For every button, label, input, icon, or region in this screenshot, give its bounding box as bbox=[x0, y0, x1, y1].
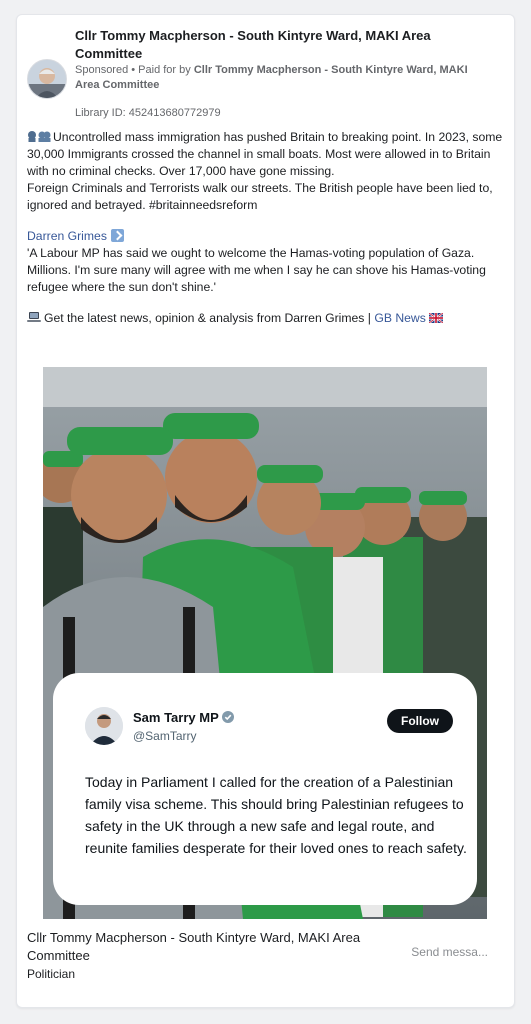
sponsored-line: Sponsored • Paid for by Cllr Tommy Macph… bbox=[75, 63, 475, 93]
sponsored-ad-card: Cllr Tommy Macpherson - South Kintyre Wa… bbox=[16, 14, 515, 1008]
body-line-1: Uncontrolled mass immigration has pushed… bbox=[27, 130, 503, 178]
cta-line: Get the latest news, opinion & analysis … bbox=[27, 310, 505, 327]
tweet-avatar bbox=[85, 707, 123, 745]
body-paragraph: Uncontrolled mass immigration has pushed… bbox=[27, 129, 505, 180]
arrow-up-right-icon bbox=[110, 229, 124, 242]
footer-category: Politician bbox=[27, 967, 76, 981]
uk-flag-icon bbox=[428, 313, 443, 323]
send-message-button[interactable]: Send messa... bbox=[411, 945, 488, 959]
speaking-head-icon bbox=[28, 131, 51, 142]
cta-text: Get the latest news, opinion & analysis … bbox=[44, 311, 375, 325]
quote-text: 'A Labour MP has said we ought to welcom… bbox=[27, 246, 486, 294]
footer-page-name[interactable]: Cllr Tommy Macpherson - South Kintyre Wa… bbox=[27, 929, 387, 965]
tweet-author: Sam Tarry MP bbox=[133, 710, 234, 725]
author-link[interactable]: Darren Grimes bbox=[27, 229, 107, 243]
verified-badge-icon bbox=[221, 711, 234, 723]
ad-body: Uncontrolled mass immigration has pushed… bbox=[27, 129, 505, 327]
body-line-2: Foreign Criminals and Terrorists walk ou… bbox=[27, 181, 493, 212]
tweet-card: Sam Tarry MP @SamTarry Follow Today in P… bbox=[53, 673, 477, 905]
ad-header: Cllr Tommy Macpherson - South Kintyre Wa… bbox=[27, 25, 497, 125]
sponsored-label: Sponsored bbox=[75, 64, 129, 76]
follow-button[interactable]: Follow bbox=[387, 709, 453, 733]
library-id: Library ID: 452413680772979 bbox=[75, 107, 221, 119]
page-name-link[interactable]: Cllr Tommy Macpherson - South Kintyre Wa… bbox=[75, 27, 465, 63]
gb-news-link[interactable]: GB News bbox=[374, 311, 425, 325]
ad-image[interactable]: Sam Tarry MP @SamTarry Follow Today in P… bbox=[43, 367, 487, 919]
author-line: Darren Grimes bbox=[27, 228, 505, 245]
tweet-text: Today in Parliament I called for the cre… bbox=[85, 774, 467, 856]
laptop-icon bbox=[27, 312, 41, 322]
tweet-author-name: Sam Tarry MP bbox=[133, 710, 219, 725]
page-avatar[interactable] bbox=[27, 59, 67, 99]
paid-for-prefix: • Paid for by bbox=[128, 64, 194, 76]
tweet-handle: @SamTarry bbox=[133, 729, 197, 743]
